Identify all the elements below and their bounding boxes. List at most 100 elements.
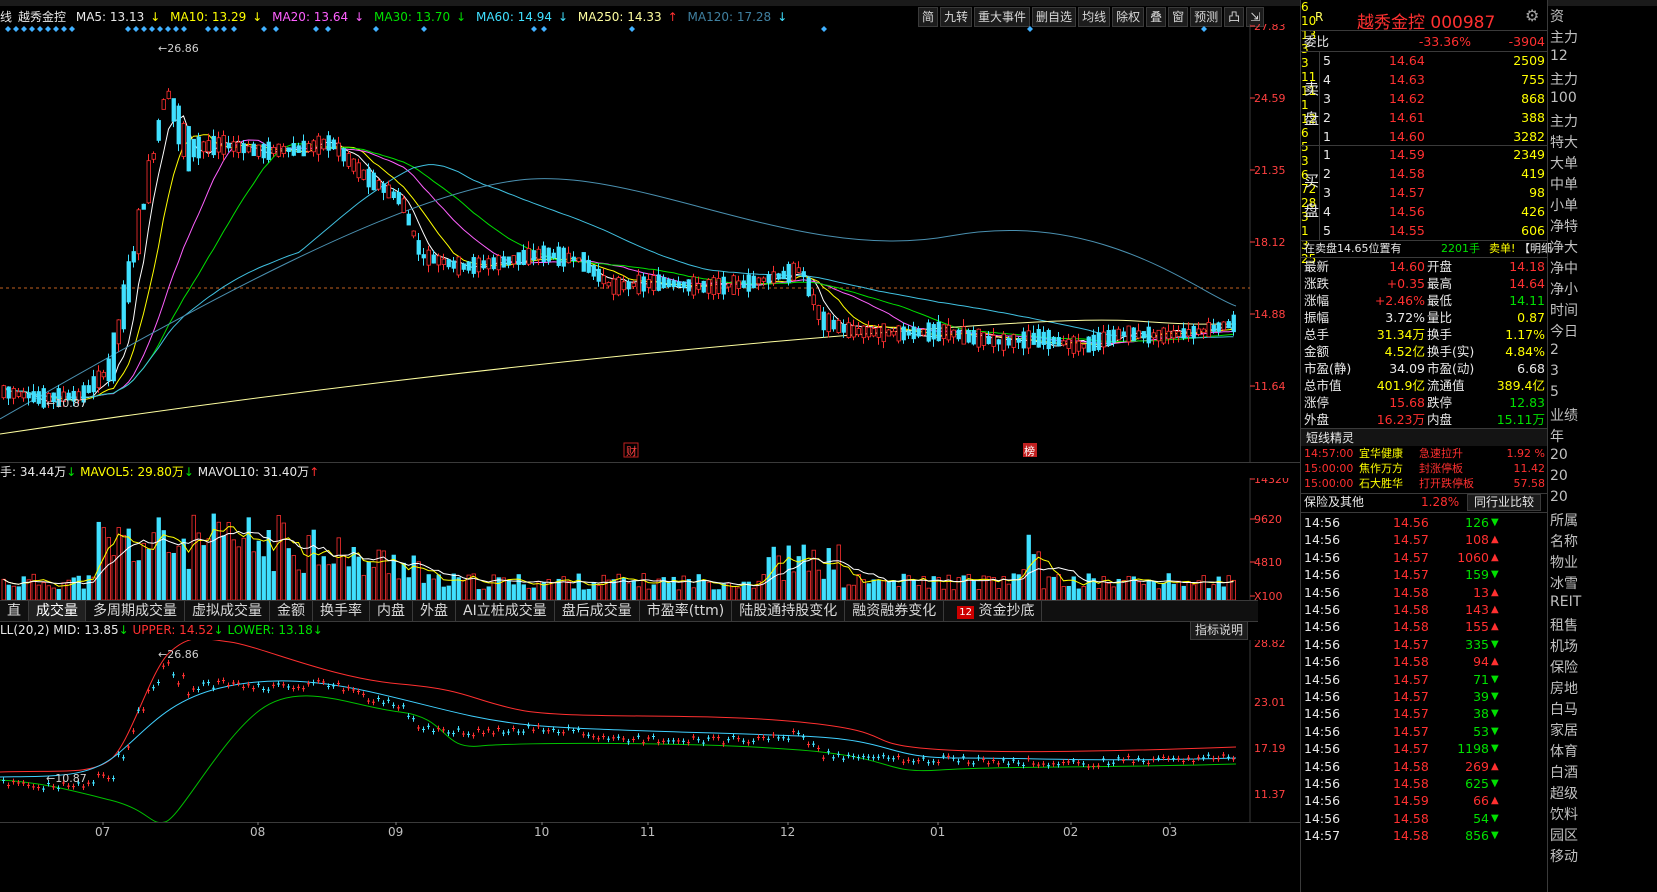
tab-virtual-volume[interactable]: 虚拟成交量 [185,601,270,621]
side-panel-item: 白马 [1550,702,1578,718]
indicator-help-button[interactable]: 指标说明 [1190,621,1249,640]
tab-margin[interactable]: 融资融券变化 [845,601,945,621]
ask-row[interactable]: 4 14.63 755 [1301,71,1548,88]
ask-row[interactable]: 2 14.61 388 [1301,109,1548,126]
boll-mid: LL(20,2) MID: 13.85 [0,623,119,637]
tab-multi-period-volume[interactable]: 多周期成交量 [86,601,185,621]
stat-row: 振幅 3.72% 量比 0.87 [1301,309,1548,326]
stat-value: 0.87 [1517,310,1545,325]
tick-time: 14:56 [1304,689,1341,704]
volume-bar [181,538,186,600]
stat-label: 市盈(动) [1427,361,1475,376]
tab-hk-connect[interactable]: 陆股通持股变化 [732,601,846,621]
volume-bar [1141,583,1146,600]
short-line-row[interactable]: 15:00:00 焦作万方 封涨停板 11.42 [1301,461,1548,476]
bid-row[interactable]: 1 14.59 2349 [1301,146,1548,163]
stat-row: 总手 31.34万 换手 1.17% [1301,326,1548,343]
arrow-down-icon: ▼ [1491,725,1499,737]
boll-chart[interactable]: 28.82 23.01 17.19 11.37 ←26.86 ←10.87 [0,640,1300,822]
tick-price: 14.58 [1393,654,1429,670]
bid-row[interactable]: 4 14.56 426 [1301,203,1548,220]
volume-bar [131,561,136,600]
bid-price: 14.55 [1389,223,1425,238]
candle-body [981,332,986,346]
finance-marker[interactable]: 财 [626,444,637,458]
candle-body [211,135,216,156]
ask-level: 4 [1323,72,1331,87]
tab-fund-bottom[interactable]: 12 资金抄底 [944,601,1043,621]
tab-pe-ttm[interactable]: 市盈率(ttm) [640,601,733,621]
volume-bar [76,575,81,600]
price-chart[interactable]: 27.83 24.59 21.35 18.12 14.88 11.64 ←26.86 ←1… [0,24,1300,462]
stat-value: 3.72% [1385,310,1425,325]
short-line-row[interactable]: 14:57:00 宜华健康 急速拉升 1.92 % [1301,446,1548,461]
volume-bar [716,589,721,600]
candle-body [1151,332,1156,339]
tab-inner-volume[interactable]: 内盘 [370,601,413,621]
bid-row[interactable]: 3 14.57 98 [1301,184,1548,201]
volume-bar [121,534,126,600]
ranking-marker[interactable]: 榜 [1024,444,1035,458]
candle-body [556,246,561,266]
tab-volume[interactable]: 成交量 [29,601,86,621]
side-panel-item: 白酒 [1550,765,1578,781]
short-line-row[interactable]: 15:00:00 石大胜华 打开跌停板 57.58 [1301,476,1548,491]
tab-outer-volume[interactable]: 外盘 [413,601,456,621]
stat-label: 市盈(静) [1304,361,1352,376]
volume-bar [891,580,896,600]
candle-body [1231,314,1236,333]
sector-name[interactable]: 保险及其他 [1304,494,1364,511]
side-panel-item: 5 [1550,384,1559,400]
ask-row[interactable]: 1 14.60 3282 [1301,128,1548,145]
volume-bar [1056,574,1061,600]
short-line-title[interactable]: 短线精灵 [1306,429,1354,446]
arrow-down-icon: ▼ [1491,830,1499,842]
volume-chart[interactable]: 14320 9620 4810 X100 [0,478,1300,600]
candle-body [606,281,611,287]
tick-volume: 53 [1473,723,1489,739]
bid-row[interactable]: 2 14.58 419 [1301,165,1548,182]
tab-straight[interactable]: 直 [0,601,29,621]
candle-body [31,391,36,403]
volume-bar [46,585,51,600]
volume-bar [1161,582,1166,600]
ask-row[interactable]: 5 14.64 2509 [1301,52,1548,69]
candle-body [361,169,366,180]
tick-time: 14:56 [1304,723,1341,739]
tab-ai-volume[interactable]: AI立桩成交量 [456,601,555,621]
signal-diamond-icon [325,26,331,32]
bid-row[interactable]: 5 14.55 606 [1301,222,1548,239]
tab-after-hours-volume[interactable]: 盘后成交量 [555,601,640,621]
candle-body [486,258,491,270]
candle-body [441,258,446,265]
stat-value: +0.35 [1386,276,1425,291]
stat-label: 跌停 [1427,395,1453,410]
volume-bar [826,548,831,600]
volume-bar [51,587,56,600]
tab-amount[interactable]: 金额 [270,601,313,621]
volume-bar [361,574,366,600]
candle-body [781,270,786,280]
candle-body [1166,330,1171,340]
candle-body [206,140,211,153]
ask-volume: 2509 [1513,53,1545,68]
candle-body [661,277,666,289]
ask-row[interactable]: 3 14.62 868 [1301,90,1548,107]
side-panel-item: 冰雪 [1550,576,1578,592]
candle-body [401,198,406,213]
price-axis-label: 24.59 [1254,92,1286,105]
signal-diamond-icon [165,26,171,32]
candle-body [351,158,356,172]
candle-body [386,184,391,199]
settings-icon[interactable]: ⚙ [1525,6,1539,25]
volume-axis-label: X100 [1254,590,1283,600]
stat-value: 401.9亿 [1376,378,1425,393]
candle-body [1101,331,1106,348]
candle-body [286,147,291,152]
candle-body [16,391,21,397]
peer-compare-button[interactable]: 同行业比较 [1467,494,1542,511]
candle-body [1041,331,1046,345]
sell-order-link[interactable]: 卖单! [1489,240,1515,257]
candle-body [1076,340,1081,352]
tab-turnover[interactable]: 换手率 [313,601,370,621]
